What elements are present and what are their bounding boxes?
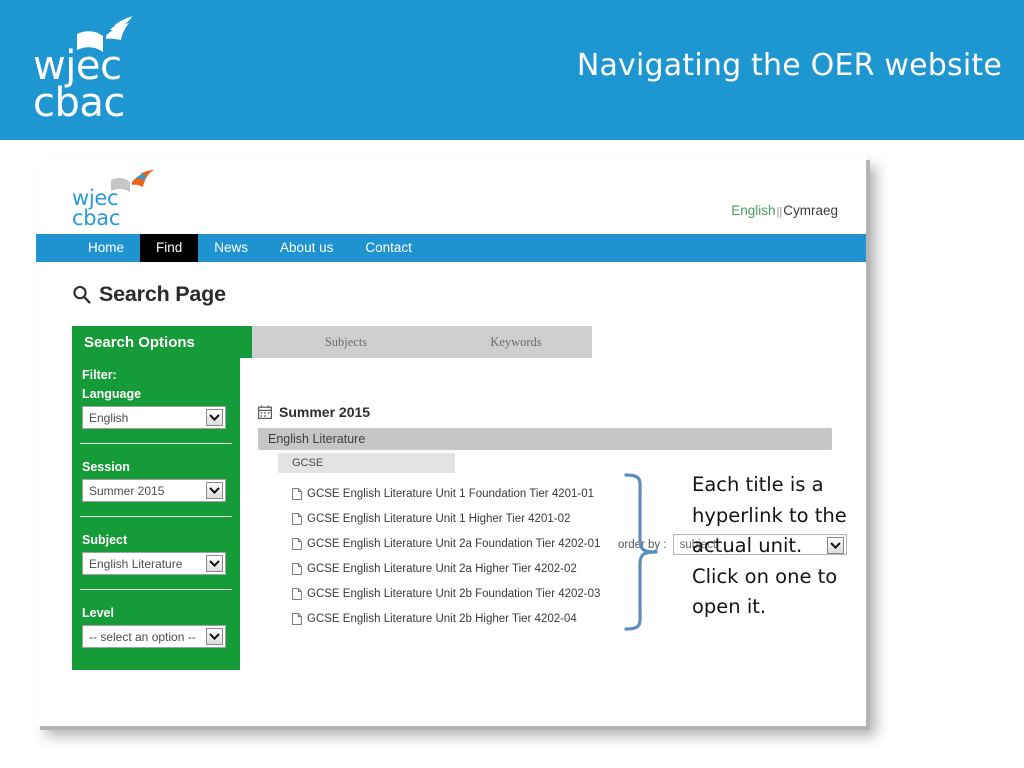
list-item-label: GCSE English Literature Unit 1 Foundatio… — [307, 487, 595, 500]
results-level-band: GCSE — [278, 453, 455, 473]
list-item-label: GCSE English Literature Unit 2a Higher T… — [307, 562, 577, 575]
chevron-down-icon[interactable] — [206, 482, 223, 499]
chevron-down-icon[interactable] — [206, 409, 223, 426]
search-icon — [72, 285, 91, 304]
nav-item-news[interactable]: News — [198, 234, 264, 262]
filter-group-subject: Subject English Literature — [72, 531, 240, 583]
document-icon — [292, 587, 302, 600]
site-logo[interactable]: wjec cbac — [72, 170, 162, 230]
step-chevron-3-icon — [592, 326, 610, 358]
site-logo-wjec: wjec — [72, 186, 119, 210]
page-title: Search Page — [72, 282, 226, 307]
filter-group-language: Filter: Language English — [72, 368, 240, 437]
wjec-cbac-logo: wjec cbac — [33, 16, 173, 126]
language-link-welsh[interactable]: Cymraeg — [783, 203, 838, 218]
step-search-options-label: Search Options — [84, 333, 195, 351]
step-keywords-label: Keywords — [490, 334, 542, 349]
list-item-label: GCSE English Literature Unit 2a Foundati… — [307, 537, 601, 550]
filter-heading: Filter: — [82, 368, 117, 382]
filter-label-language: Language — [82, 387, 142, 401]
sidebar-divider — [80, 443, 232, 444]
site-logo-wordmark: wjec cbac — [72, 186, 121, 230]
results-season: Summer 2015 — [258, 404, 836, 428]
language-select-value: English — [89, 410, 129, 425]
search-steps: Search Options Subjects Keywords — [72, 326, 632, 358]
filter-group-level: Level -- select an option -- — [72, 604, 240, 656]
language-link-english[interactable]: English — [731, 203, 775, 218]
language-select[interactable]: English — [82, 406, 226, 429]
list-item-label: GCSE English Literature Unit 2b Higher T… — [307, 612, 577, 625]
sidebar-divider — [80, 516, 232, 517]
session-select[interactable]: Summer 2015 — [82, 479, 226, 502]
site-logo-cbac: cbac — [72, 206, 121, 230]
results-subject-band: English Literature — [258, 428, 832, 450]
step-subjects[interactable]: Subjects — [252, 326, 414, 358]
document-icon — [292, 512, 302, 525]
nav-item-home[interactable]: Home — [72, 234, 140, 262]
filter-label-level: Level — [82, 606, 114, 620]
page-title-text: Search Page — [99, 282, 226, 306]
filter-label-subject: Subject — [82, 533, 128, 547]
embedded-screenshot: wjec cbac English||Cymraeg Home Find New… — [36, 156, 870, 730]
sidebar-divider — [80, 589, 232, 590]
slide-banner: wjec cbac Navigating the OER website — [0, 0, 1024, 140]
step-search-options[interactable]: Search Options — [72, 326, 252, 358]
subject-select[interactable]: English Literature — [82, 552, 226, 575]
filter-sidebar: Filter: Language English Session Summer … — [72, 358, 240, 670]
step-subjects-label: Subjects — [324, 334, 368, 349]
session-select-value: Summer 2015 — [89, 483, 165, 498]
subject-select-value: English Literature — [89, 556, 183, 571]
chevron-down-icon[interactable] — [206, 628, 223, 645]
logo-cbac-line: cbac — [33, 80, 125, 126]
language-switcher: English||Cymraeg — [731, 203, 838, 218]
step-keywords[interactable]: Keywords — [414, 326, 592, 358]
main-navigation: Home Find News About us Contact — [36, 234, 866, 262]
chevron-down-icon[interactable] — [206, 555, 223, 572]
nav-item-about-us[interactable]: About us — [264, 234, 349, 262]
document-icon — [292, 612, 302, 625]
filter-label-session: Session — [82, 460, 130, 474]
document-icon — [292, 562, 302, 575]
logo-wordmark: wjec cbac — [33, 46, 125, 126]
level-select[interactable]: -- select an option -- — [82, 625, 226, 648]
level-select-value: -- select an option -- — [89, 629, 196, 644]
nav-item-contact[interactable]: Contact — [349, 234, 428, 262]
results-season-label: Summer 2015 — [279, 404, 371, 420]
nav-item-find[interactable]: Find — [140, 234, 199, 262]
filter-group-session: Session Summer 2015 — [72, 458, 240, 510]
annotation-brace-icon — [618, 472, 664, 632]
list-item-label: GCSE English Literature Unit 1 Higher Ti… — [307, 512, 571, 525]
site-header: wjec cbac English||Cymraeg — [36, 156, 866, 234]
slide-title: Navigating the OER website — [576, 48, 1002, 83]
document-icon — [292, 537, 302, 550]
oer-website-screenshot: wjec cbac English||Cymraeg Home Find New… — [36, 156, 866, 726]
calendar-icon — [258, 405, 272, 419]
list-item-label: GCSE English Literature Unit 2b Foundati… — [307, 587, 601, 600]
annotation-text: Each title is a hyperlink to the actual … — [692, 473, 847, 618]
document-icon — [292, 487, 302, 500]
